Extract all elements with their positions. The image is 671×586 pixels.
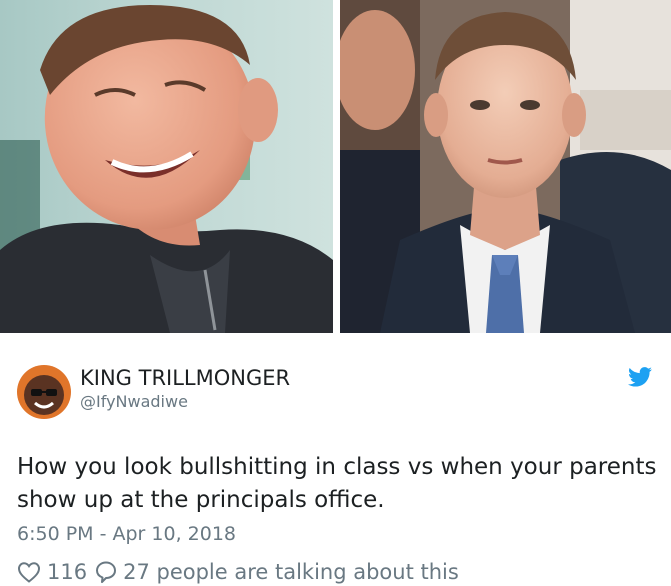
author-handle[interactable]: @IfyNwadiwe	[80, 392, 188, 411]
right-photo[interactable]	[340, 0, 671, 333]
replies-link[interactable]: 27 people are talking about this	[123, 560, 459, 584]
tweet-media	[0, 0, 671, 333]
twitter-bird-icon[interactable]	[628, 366, 652, 388]
like-count[interactable]: 116	[47, 560, 87, 584]
left-photo[interactable]	[0, 0, 333, 333]
tweet-text: How you look bullshitting in class vs wh…	[17, 454, 657, 513]
tweet-actions: 116 27 people are talking about this	[17, 558, 459, 586]
speech-bubble-icon[interactable]	[95, 560, 117, 584]
tweet-timestamp[interactable]: 6:50 PM - Apr 10, 2018	[17, 523, 236, 545]
heart-icon[interactable]	[17, 561, 41, 583]
author-display-name[interactable]: KING TRILLMONGER	[80, 366, 290, 390]
avatar[interactable]	[17, 365, 71, 419]
